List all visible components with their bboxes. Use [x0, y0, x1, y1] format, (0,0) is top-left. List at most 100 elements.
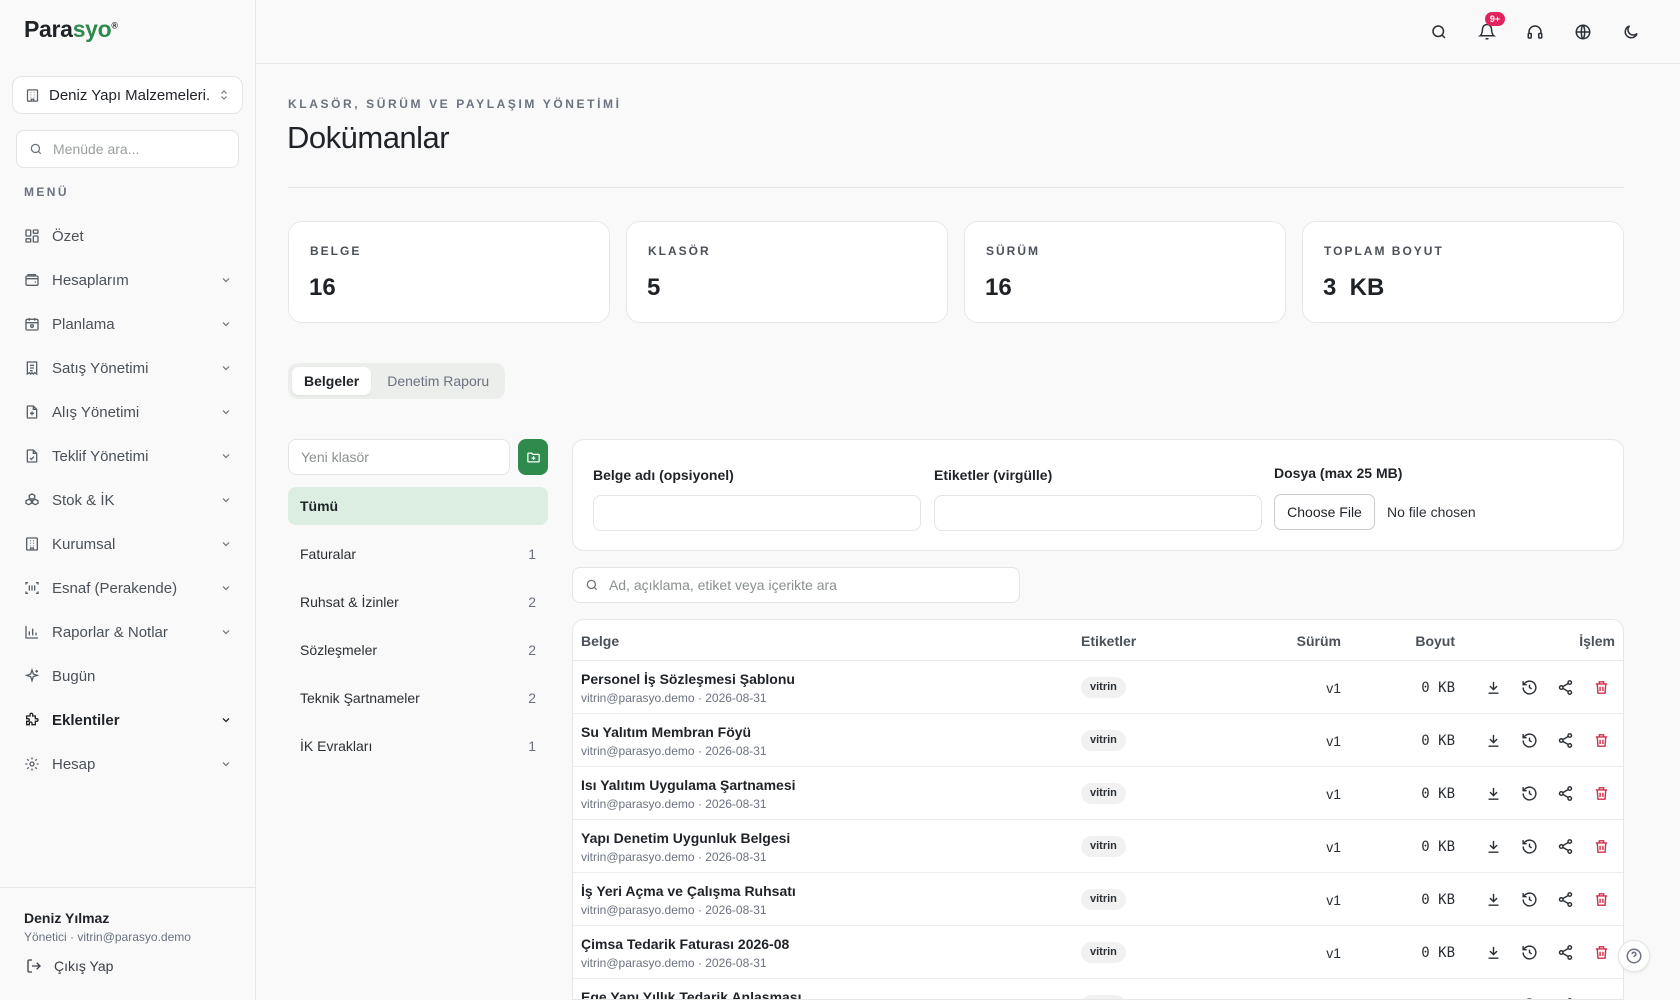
create-folder-button[interactable] [518, 439, 548, 475]
sidebar-item-hesap[interactable]: Hesap [14, 742, 242, 786]
question-icon [1626, 948, 1642, 964]
boxes-icon [25, 493, 39, 506]
brand-logo[interactable]: Parasyo® [24, 16, 118, 43]
choose-file-button[interactable]: Choose File [1274, 494, 1375, 530]
sidebar-item-label: Eklentiler [52, 711, 120, 729]
tab-belgeler[interactable]: Belgeler [292, 367, 372, 395]
trash-icon[interactable] [1593, 679, 1610, 696]
sidebar-item-alis[interactable]: Alış Yönetimi [14, 390, 242, 434]
help-button[interactable] [1618, 940, 1650, 972]
trash-icon[interactable] [1593, 838, 1610, 855]
trash-icon[interactable] [1593, 732, 1610, 749]
history-icon[interactable] [1521, 944, 1538, 961]
download-icon[interactable] [1485, 838, 1502, 855]
folder-item-tumu[interactable]: Tümü [288, 487, 548, 525]
trash-icon[interactable] [1593, 891, 1610, 908]
sidebar-item-bugun[interactable]: Bugün [14, 654, 242, 698]
menu-search-input[interactable] [53, 141, 213, 157]
receipt-icon [26, 361, 38, 376]
menu-heading: MENÜ [24, 185, 69, 199]
doc-title[interactable]: İş Yeri Açma ve Çalışma Ruhsatı [581, 883, 796, 899]
stat-label: KLASÖR [648, 244, 711, 258]
doc-meta: vitrin@parasyo.demo · 2026-08-31 [581, 850, 767, 864]
download-icon[interactable] [1485, 944, 1502, 961]
doc-title[interactable]: Su Yalıtım Membran Föyü [581, 724, 751, 740]
folder-label: Teknik Şartnameler [300, 690, 420, 706]
chevron-down-icon [222, 718, 230, 723]
folder-item-faturalar[interactable]: Faturalar 1 [288, 535, 548, 573]
doc-name-label: Belge adı (opsiyonel) [593, 467, 734, 483]
download-icon[interactable] [1485, 679, 1502, 696]
chevron-down-icon [222, 322, 230, 327]
header-size: Boyut [1415, 633, 1455, 649]
history-icon[interactable] [1521, 732, 1538, 749]
sidebar-item-ozet[interactable]: Özet [14, 214, 242, 258]
doc-size: 0 KB [1421, 892, 1455, 908]
sidebar-item-kurumsal[interactable]: Kurumsal [14, 522, 242, 566]
share-icon[interactable] [1557, 838, 1574, 855]
chevron-up-down-icon [221, 90, 227, 100]
sidebar-item-teklif[interactable]: Teklif Yönetimi [14, 434, 242, 478]
history-icon[interactable] [1521, 679, 1538, 696]
share-icon[interactable] [1557, 679, 1574, 696]
folder-item-sozlesmeler[interactable]: Sözleşmeler 2 [288, 631, 548, 669]
tab-denetim-raporu[interactable]: Denetim Raporu [375, 367, 501, 395]
new-folder-input[interactable] [288, 439, 510, 475]
stat-label: SÜRÜM [986, 244, 1040, 258]
doc-title[interactable]: Yapı Denetim Uygunluk Belgesi [581, 830, 790, 846]
doc-search-input[interactable] [608, 577, 1007, 593]
moon-icon[interactable] [1622, 23, 1640, 41]
share-icon[interactable] [1557, 785, 1574, 802]
history-icon[interactable] [1521, 838, 1538, 855]
trash-icon[interactable] [1593, 785, 1610, 802]
download-icon[interactable] [1485, 891, 1502, 908]
folder-label: Faturalar [300, 546, 357, 562]
stat-card-klasor: KLASÖR 5 [626, 221, 948, 323]
doc-meta: vitrin@parasyo.demo · 2026-08-31 [581, 956, 767, 970]
folder-item-teknik[interactable]: Teknik Şartnameler 2 [288, 679, 548, 717]
share-icon[interactable] [1557, 891, 1574, 908]
building-icon [26, 537, 38, 551]
search-icon[interactable] [1430, 23, 1448, 41]
doc-title[interactable]: Çimsa Tedarik Faturası 2026-08 [581, 936, 789, 952]
doc-title[interactable]: Isı Yalıtım Uygulama Şartnamesi [581, 777, 796, 793]
folder-item-ruhsat[interactable]: Ruhsat & İzinler 2 [288, 583, 548, 621]
stat-value: 16 [985, 274, 1012, 301]
doc-version: v1 [1326, 733, 1341, 749]
topbar [256, 0, 1680, 64]
trash-icon[interactable] [1593, 944, 1610, 961]
tags-input[interactable] [934, 495, 1262, 531]
folder-label: Tümü [300, 498, 339, 514]
history-icon[interactable] [1521, 785, 1538, 802]
sidebar-item-esnaf[interactable]: Esnaf (Perakende) [14, 566, 242, 610]
stat-card-belge: BELGE 16 [288, 221, 610, 323]
company-name: Deniz Yapı Malzemeleri... [49, 86, 209, 104]
upload-form: Belge adı (opsiyonel) Etiketler (virgüll… [572, 439, 1624, 551]
sidebar-item-hesaplarim[interactable]: Hesaplarım [14, 258, 242, 302]
doc-title[interactable]: Personel İş Sözleşmesi Şablonu [581, 671, 795, 687]
headset-icon[interactable] [1526, 23, 1544, 41]
folder-count: 2 [528, 594, 536, 610]
folder-item-ik[interactable]: İK Evrakları 1 [288, 727, 548, 765]
sidebar-item-raporlar[interactable]: Raporlar & Notlar [14, 610, 242, 654]
folder-label: Ruhsat & İzinler [300, 594, 399, 610]
sidebar-item-stok[interactable]: Stok & İK [14, 478, 242, 522]
search-icon [30, 143, 42, 155]
share-icon[interactable] [1557, 944, 1574, 961]
header-doc: Belge [581, 633, 620, 649]
doc-name-input[interactable] [593, 495, 921, 531]
header-tags: Etiketler [1081, 633, 1137, 649]
share-icon[interactable] [1557, 732, 1574, 749]
sidebar-item-label: Hesaplarım [52, 271, 129, 289]
download-icon[interactable] [1485, 785, 1502, 802]
history-icon[interactable] [1521, 891, 1538, 908]
globe-icon[interactable] [1574, 23, 1592, 41]
logout-button[interactable]: Çıkış Yap [26, 958, 113, 974]
sidebar-item-satis[interactable]: Satış Yönetimi [14, 346, 242, 390]
company-switcher[interactable]: Deniz Yapı Malzemeleri... [12, 76, 243, 114]
sidebar-item-eklentiler[interactable]: Eklentiler [14, 698, 242, 742]
folder-count: 1 [528, 738, 536, 754]
sidebar-item-planlama[interactable]: Planlama [14, 302, 242, 346]
doc-title[interactable]: Ege Yapı Yıllık Tedarik Anlaşması [581, 989, 801, 999]
download-icon[interactable] [1485, 732, 1502, 749]
